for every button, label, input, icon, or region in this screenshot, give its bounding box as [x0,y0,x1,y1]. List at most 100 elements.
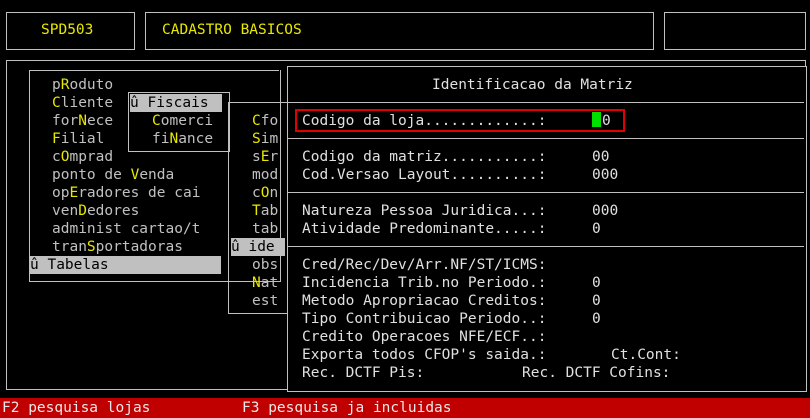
menu-text: portadoras [95,239,183,255]
sub-menu-fiscais-selected[interactable]: û Fiscais [130,94,222,112]
menu-hotkey: N [78,113,87,129]
menu-text: enda [139,167,175,183]
menu-text: for [52,113,79,129]
main-menu-item[interactable]: forNece [52,112,113,130]
main-menu-item[interactable]: Filial [52,130,104,148]
menu-text: omerci [160,113,214,129]
main-menu-item[interactable]: tranSportadoras [52,238,183,256]
field-value[interactable]: 000 [592,166,618,184]
menu-text: tran [52,239,87,255]
sub-menu-tables-item[interactable]: obs [252,256,278,274]
main-menu-item[interactable]: opEradores de cai [52,184,200,202]
program-code: SPD503 [41,22,94,38]
main-menu-item[interactable]: Cliente [52,94,113,112]
field-label: Credito Operacoes NFE/ECF..: [302,329,547,345]
sub-menu-tables-item[interactable]: Tab [252,202,278,220]
menu-hotkey: V [130,167,140,183]
ct-cont-label: Ct.Cont: [611,347,681,363]
field-value[interactable]: 000 [592,202,618,220]
menu-text: r [269,149,279,165]
dialog-separator-4 [288,246,804,247]
sub-menu-tables-item[interactable]: est [252,292,278,310]
field-value[interactable]: 0 [592,220,601,238]
menu-text: p [52,77,61,93]
rec-dctf-pis-label: Rec. DCTF Pis: [302,365,425,381]
menu-text: ab [260,203,279,219]
menu-hotkey: N [169,131,179,147]
codigo-loja-value: 0 [602,113,611,129]
menu-text: oduto [69,77,114,93]
dialog-separator-2 [288,138,804,139]
sub-menu-tables-item[interactable]: sEr [252,148,278,166]
menu-text: ven [52,203,79,219]
menu-text: liente [60,95,114,111]
menu-text: ilial [60,131,105,147]
rec-dctf-cofins-label: Rec. DCTF Cofins: [522,365,671,381]
field-label: Cred/Rec/Dev/Arr.NF/ST/ICMS: [302,257,547,273]
field-label: Cod.Versao Layout..........: [302,167,547,183]
menu-text: edores [86,203,140,219]
screen-title-box: CADASTRO BASICOS [145,12,654,50]
menu-text: ance [178,131,214,147]
menu-text: im [260,131,279,147]
menu-text: n [269,185,279,201]
field-value[interactable]: 00 [592,148,609,166]
menu-text: c [52,149,61,165]
menu-hotkey: F [52,131,61,147]
function-key-bar: F2 pesquisa lojas F3 pesquisa ja incluid… [0,398,810,418]
sub-menu-fiscais-item[interactable]: fiNance [152,130,213,148]
menu-text: radores de cai [78,185,201,201]
sub-menu-tables-item[interactable]: mod [252,166,278,184]
menu-text: c [252,185,261,201]
field-value[interactable]: 0 [592,292,601,310]
menu-hotkey: C [252,113,261,129]
codigo-loja-field[interactable]: 0 [592,112,622,130]
menu-hotkey: N [252,275,261,291]
program-code-box: SPD503 [6,12,135,50]
main-menu-item[interactable]: pRoduto [52,76,113,94]
main-menu-selected[interactable]: û Tabelas [30,256,221,274]
menu-hotkey: C [152,113,161,129]
dialog-separator-3 [288,192,804,193]
field-value[interactable]: 0 [592,310,601,328]
main-menu-item[interactable]: administ cartao/t [52,220,200,238]
sub-menu-tables-selected[interactable]: û ide [231,238,285,256]
sub-menu-tables-item[interactable]: Cfo [252,112,278,130]
menu-hotkey: T [252,203,261,219]
main-menu-item[interactable]: ponto de Venda [52,166,174,184]
menu-text: at [260,275,279,291]
main-menu-item[interactable]: cOmprad [52,148,113,166]
field-label: Codigo da matriz...........: [302,149,547,165]
menu-text: obs [252,257,279,273]
field-label: Incidencia Trib.no Periodo.: [302,275,547,291]
codigo-loja-label: Codigo da loja.............: [302,113,547,129]
f3-hint[interactable]: F3 pesquisa ja incluidas [242,399,452,417]
main-menu-item[interactable]: venDedores [52,202,139,220]
field-label: Natureza Pessoa Juridica...: [302,203,547,219]
sub-menu-tables-item[interactable]: cOn [252,184,278,202]
menu-hotkey: S [252,131,261,147]
field-label: Tipo Contribuicao Periodo..: [302,311,547,327]
sub-menu-fiscais-item[interactable]: Comerci [152,112,213,130]
menu-hotkey: E [69,185,79,201]
f2-hint[interactable]: F2 pesquisa lojas [2,399,150,417]
menu-text: ponto de [52,167,131,183]
screen-title: CADASTRO BASICOS [162,22,302,38]
menu-text: op [52,185,70,201]
sub-menu-tables-item[interactable]: tab [252,220,278,238]
menu-text: mod [252,167,279,183]
header-right-box [664,12,806,50]
menu-hotkey: D [78,203,87,219]
field-label: Atividade Predominante.....: [302,221,547,237]
exporta-cfop-label: Exporta todos CFOP's saida.: [302,347,547,363]
sub-menu-tables-item[interactable]: Nat [252,274,278,292]
menu-text: administ cartao/t [52,221,201,237]
menu-text: est [252,293,279,309]
dialog-separator-1 [288,102,804,103]
menu-text: fo [260,113,279,129]
menu-text: mprad [69,149,114,165]
sub-menu-tables-item[interactable]: Sim [252,130,278,148]
field-value[interactable]: 0 [592,274,601,292]
menu-text: s [252,149,261,165]
menu-hotkey: S [86,239,96,255]
